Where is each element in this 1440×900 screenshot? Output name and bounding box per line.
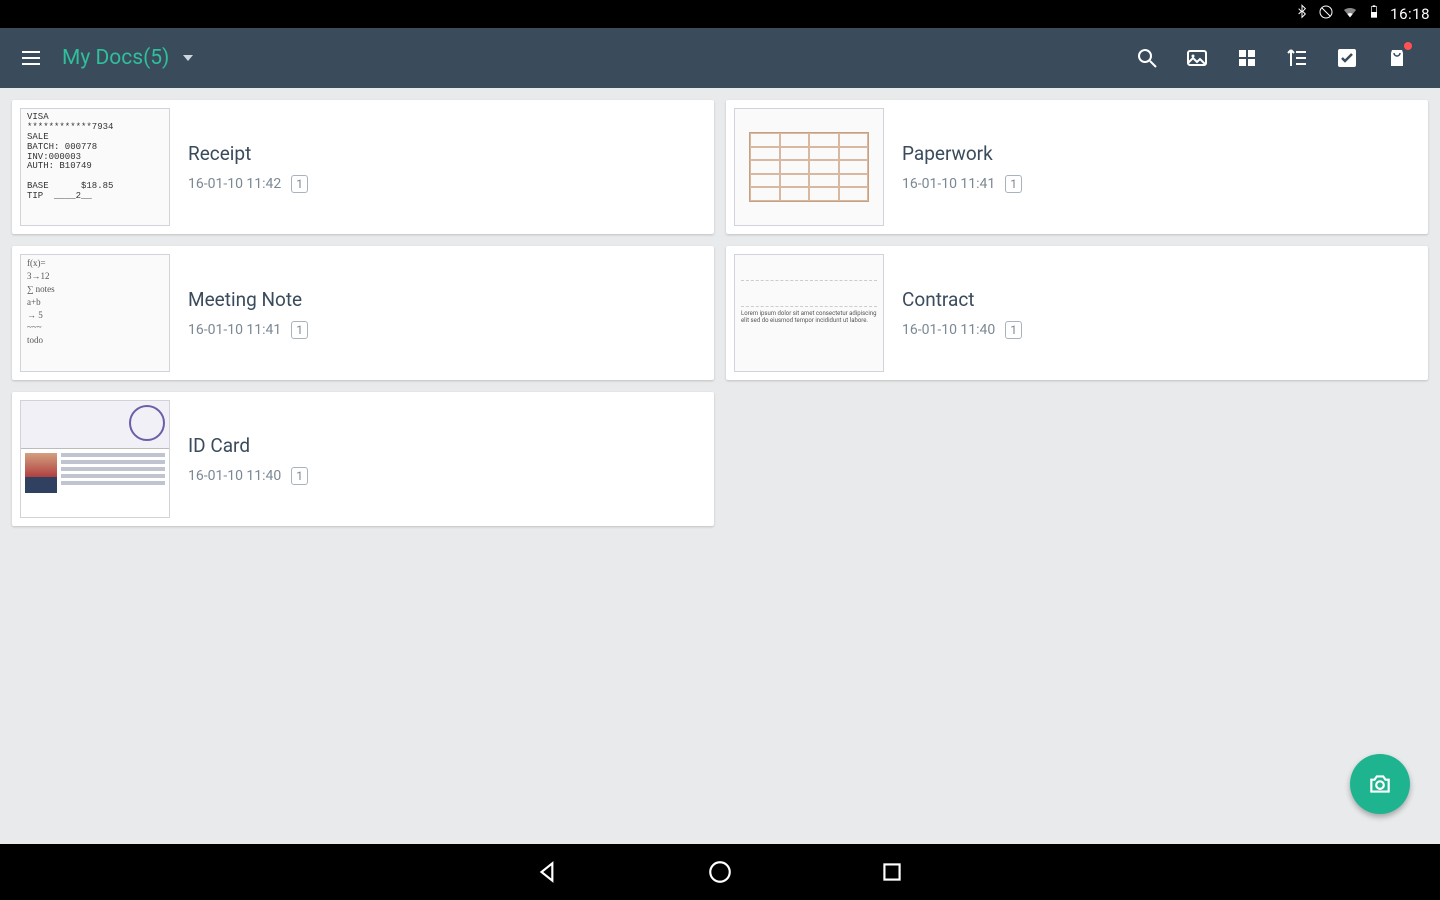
document-thumbnail: Lorem ipsum dolor sit amet consectetur a… [734,254,884,372]
wifi-icon [1342,4,1358,24]
document-info: Meeting Note 16-01-10 11:41 1 [188,288,308,339]
sort-button[interactable] [1272,28,1322,88]
document-date: 16-01-10 11:41 [188,322,281,338]
store-button[interactable] [1372,28,1422,88]
document-info: ID Card 16-01-10 11:40 1 [188,434,308,485]
document-date: 16-01-10 11:40 [188,468,281,484]
dropdown-caret-icon [183,55,193,61]
gallery-import-button[interactable] [1172,28,1222,88]
nav-back-button[interactable] [532,856,564,888]
document-date: 16-01-10 11:41 [902,176,995,192]
folder-title: My Docs(5) [62,46,169,70]
document-title: Contract [902,288,1022,311]
document-card[interactable]: VISA************7934SALEBATCH: 000778INV… [12,100,714,234]
document-title: Receipt [188,142,308,165]
status-bar: 16:18 [0,0,1440,28]
document-title: Paperwork [902,142,1022,165]
document-card[interactable]: ID Card 16-01-10 11:40 1 [12,392,714,526]
page-count-badge: 1 [1005,175,1022,193]
document-grid: VISA************7934SALEBATCH: 000778INV… [0,88,1440,844]
bluetooth-icon [1294,4,1310,24]
document-card[interactable]: Lorem ipsum dolor sit amet consectetur a… [726,246,1428,380]
menu-button[interactable] [18,45,44,71]
app-bar: My Docs(5) [0,28,1440,88]
document-date: 16-01-10 11:40 [902,322,995,338]
nav-home-button[interactable] [704,856,736,888]
camera-fab[interactable] [1350,754,1410,814]
document-title: Meeting Note [188,288,308,311]
folder-title-dropdown[interactable]: My Docs(5) [62,46,193,70]
page-count-badge: 1 [291,467,308,485]
page-count-badge: 1 [291,175,308,193]
document-card[interactable]: f(x)=3→12∑ notesa+b→ 5~~~todo Meeting No… [12,246,714,380]
document-info: Contract 16-01-10 11:40 1 [902,288,1022,339]
page-count-badge: 1 [1005,321,1022,339]
status-time: 16:18 [1390,5,1430,23]
document-thumbnail: f(x)=3→12∑ notesa+b→ 5~~~todo [20,254,170,372]
document-info: Paperwork 16-01-10 11:41 1 [902,142,1022,193]
document-thumbnail: VISA************7934SALEBATCH: 000778INV… [20,108,170,226]
document-title: ID Card [188,434,308,457]
document-thumbnail [734,108,884,226]
document-date: 16-01-10 11:42 [188,176,281,192]
nav-recent-button[interactable] [876,856,908,888]
system-nav-bar [0,844,1440,900]
document-thumbnail [20,400,170,518]
select-button[interactable] [1322,28,1372,88]
search-button[interactable] [1122,28,1172,88]
document-info: Receipt 16-01-10 11:42 1 [188,142,308,193]
do-not-disturb-icon [1318,4,1334,24]
page-count-badge: 1 [291,321,308,339]
grid-view-button[interactable] [1222,28,1272,88]
battery-icon [1366,4,1382,24]
document-card[interactable]: Paperwork 16-01-10 11:41 1 [726,100,1428,234]
store-badge-dot [1404,42,1412,50]
